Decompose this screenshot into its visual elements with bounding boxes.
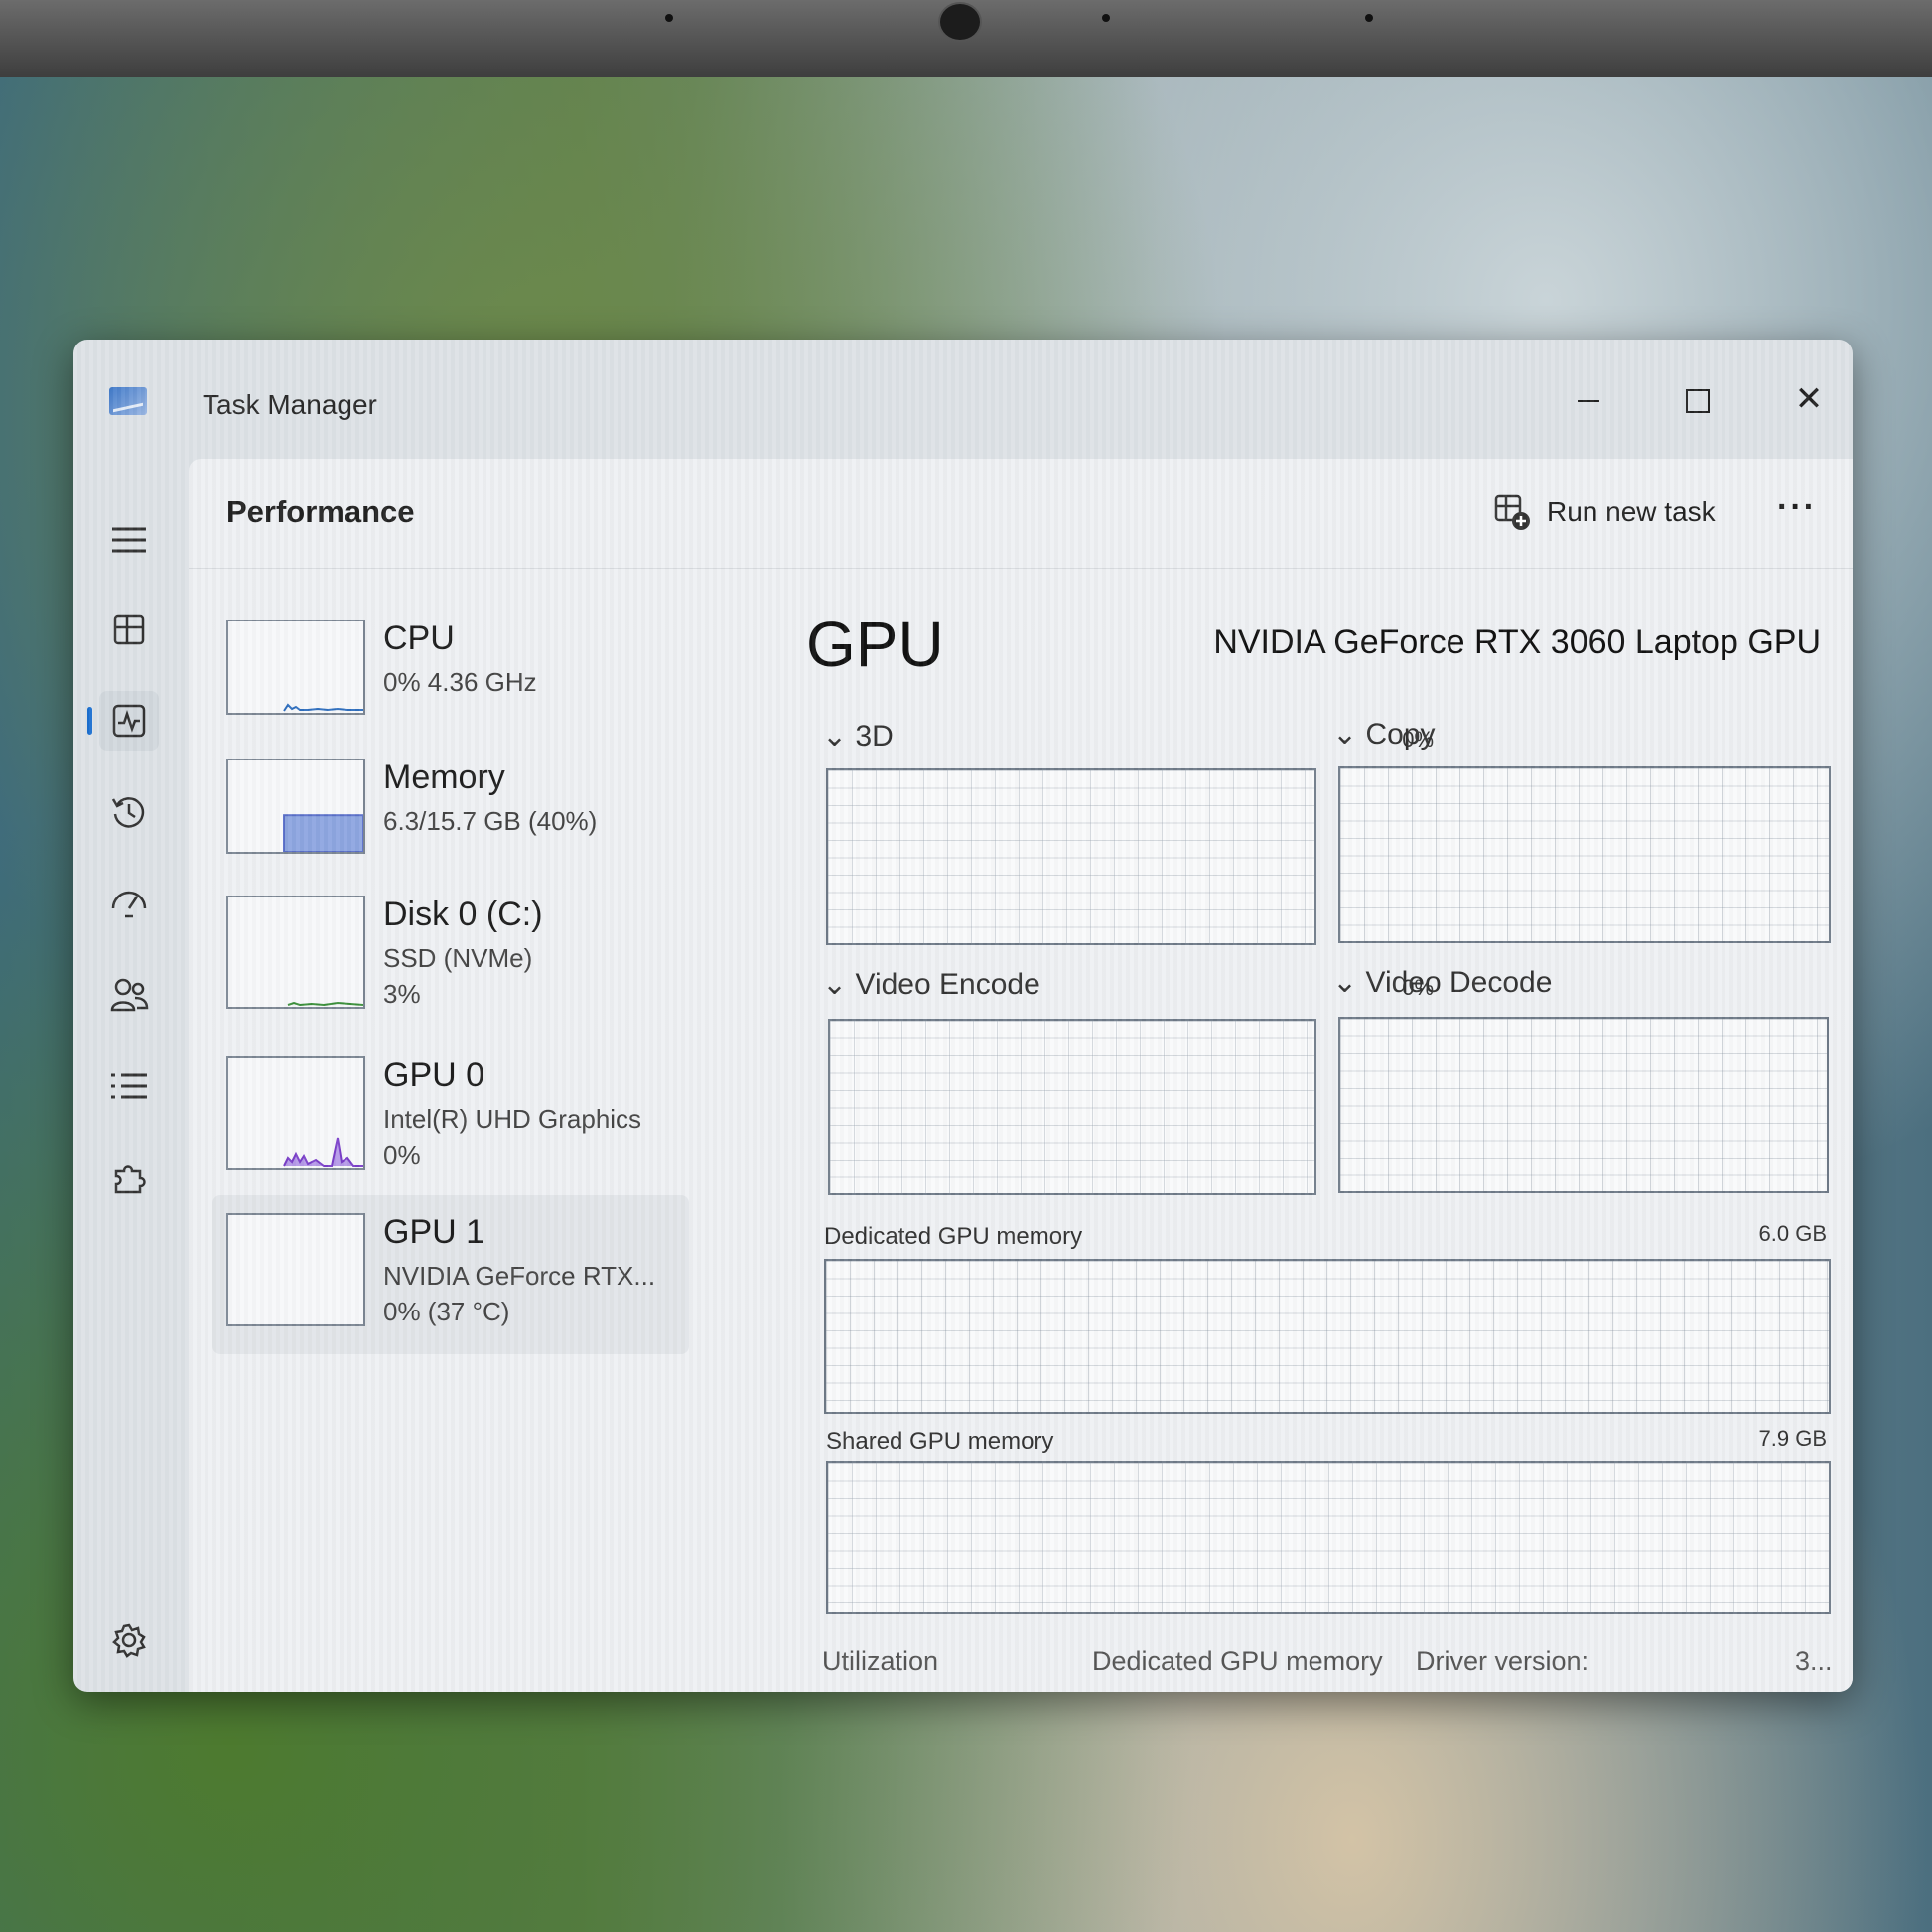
nav-details[interactable] xyxy=(99,1056,159,1116)
nav-processes[interactable] xyxy=(99,600,159,659)
chevron-down-icon: ⌄ xyxy=(822,968,848,1001)
minimize-icon xyxy=(1578,399,1599,403)
resource-memory[interactable]: Memory 6.3/15.7 GB (40%) xyxy=(212,741,689,880)
panel-header: Performance Run new task ··· xyxy=(189,459,1853,569)
resource-gpu-0[interactable]: GPU 0 Intel(R) UHD Graphics 0% xyxy=(212,1038,689,1177)
more-options-button[interactable]: ··· xyxy=(1777,488,1817,527)
dedicated-footer-label: Dedicated GPU memory xyxy=(1092,1646,1383,1676)
nav-performance[interactable] xyxy=(87,691,159,751)
nav-app-history[interactable] xyxy=(99,782,159,842)
disk-thumbnail-graph xyxy=(226,896,365,1009)
engine-copy-selector[interactable]: ⌄ Copy xyxy=(1332,717,1436,752)
bezel-sensor xyxy=(1365,14,1373,22)
shared-memory-label: Shared GPU memory xyxy=(826,1428,1054,1454)
close-button[interactable]: ✕ xyxy=(1769,369,1849,429)
nav-users[interactable] xyxy=(99,965,159,1025)
engine-video-encode-selector[interactable]: ⌄ Video Encode xyxy=(822,967,1040,1002)
nav-settings[interactable] xyxy=(99,1610,159,1670)
cpu-sparkline xyxy=(283,703,363,712)
title-bar[interactable]: Task Manager ✕ xyxy=(73,340,1853,459)
services-puzzle-icon xyxy=(114,1165,146,1194)
bezel-sensor xyxy=(1102,14,1110,22)
engine-video-decode-selector[interactable]: ⌄ Video Decode xyxy=(1332,965,1552,1000)
engine-3d-selector[interactable]: ⌄ 3D xyxy=(822,719,894,754)
gpu0-sparkline xyxy=(283,1137,363,1167)
minimize-button[interactable] xyxy=(1549,369,1628,429)
resource-name: Disk 0 (C:) xyxy=(383,896,543,933)
engine-label: Video Encode xyxy=(855,968,1040,1001)
bezel-sensor xyxy=(665,14,673,22)
gpu-heading: GPU xyxy=(806,609,944,680)
details-list-icon xyxy=(111,1073,147,1099)
resource-cpu[interactable]: CPU 0% 4.36 GHz xyxy=(212,602,689,741)
maximize-button[interactable] xyxy=(1658,369,1737,429)
engine-video-encode-graph xyxy=(828,1019,1316,1195)
chevron-down-icon: ⌄ xyxy=(1332,966,1358,999)
cpu-thumbnail-graph xyxy=(226,620,365,715)
window-title: Task Manager xyxy=(203,389,377,420)
memory-fill-graph xyxy=(283,814,363,852)
resource-name: Memory xyxy=(383,759,505,796)
resource-detail: 0% 4.36 GHz xyxy=(383,667,537,697)
run-new-task-button[interactable]: Run new task xyxy=(1493,483,1716,542)
nav-services[interactable] xyxy=(99,1148,159,1207)
dedicated-memory-label: Dedicated GPU memory xyxy=(824,1223,1083,1250)
shared-memory-max: 7.9 GB xyxy=(1758,1426,1827,1450)
gpu0-thumbnail-graph xyxy=(226,1056,365,1170)
performance-icon xyxy=(112,704,146,738)
task-manager-window: Task Manager ✕ Performance Run new task … xyxy=(73,340,1853,1692)
engine-label: Video Decode xyxy=(1365,966,1553,999)
navigation-rail xyxy=(73,459,189,1692)
webcam xyxy=(938,2,982,42)
resource-name: CPU xyxy=(383,620,455,657)
resource-name: GPU 1 xyxy=(383,1213,485,1251)
resource-detail: NVIDIA GeForce RTX... xyxy=(383,1261,656,1291)
gpu-model-name: NVIDIA GeForce RTX 3060 Laptop GPU xyxy=(1213,623,1821,661)
gpu1-thumbnail-graph xyxy=(226,1213,365,1326)
utilization-label: Utilization xyxy=(822,1646,939,1676)
resource-usage: 3% xyxy=(383,979,421,1009)
disk-sparkline xyxy=(287,1001,363,1007)
dedicated-memory-max: 6.0 GB xyxy=(1758,1221,1827,1246)
resource-detail: SSD (NVMe) xyxy=(383,943,533,973)
engine-video-decode-graph xyxy=(1338,1017,1829,1193)
resource-usage: 0% (37 °C) xyxy=(383,1297,510,1326)
content-panel: Performance Run new task ··· CPU 0% 4.36… xyxy=(189,459,1853,1692)
resource-detail: 6.3/15.7 GB (40%) xyxy=(383,806,598,836)
engine-copy-graph xyxy=(1338,766,1831,943)
maximize-icon xyxy=(1686,389,1710,414)
shared-memory-graph xyxy=(826,1461,1831,1614)
laptop-bezel xyxy=(0,0,1932,77)
hamburger-icon xyxy=(112,527,146,553)
driver-version-value: 3... xyxy=(1795,1646,1833,1676)
resource-usage: 0% xyxy=(383,1140,421,1170)
run-task-icon xyxy=(1494,494,1530,530)
hamburger-menu-button[interactable] xyxy=(99,510,159,570)
engine-3d-graph xyxy=(826,768,1316,945)
run-new-task-label: Run new task xyxy=(1547,496,1716,527)
nav-startup-apps[interactable] xyxy=(99,874,159,933)
resource-disk[interactable]: Disk 0 (C:) SSD (NVMe) 3% xyxy=(212,878,689,1017)
engine-label: 3D xyxy=(855,720,894,753)
active-indicator xyxy=(87,707,92,735)
resource-gpu-1[interactable]: GPU 1 NVIDIA GeForce RTX... 0% (37 °C) xyxy=(212,1195,689,1354)
chevron-down-icon: ⌄ xyxy=(1332,718,1358,751)
chevron-down-icon: ⌄ xyxy=(822,720,848,753)
startup-gauge-icon xyxy=(111,891,147,918)
processes-icon xyxy=(113,614,145,645)
page-title: Performance xyxy=(226,494,415,529)
resource-name: GPU 0 xyxy=(383,1056,485,1094)
task-manager-app-icon xyxy=(109,387,147,415)
memory-thumbnail-graph xyxy=(226,759,365,854)
driver-version-label: Driver version: xyxy=(1416,1646,1589,1676)
settings-gear-icon xyxy=(112,1623,146,1658)
engine-label: Copy xyxy=(1365,718,1436,751)
history-icon xyxy=(111,797,145,828)
dedicated-memory-graph xyxy=(824,1259,1831,1414)
close-icon: ✕ xyxy=(1794,380,1824,418)
users-icon xyxy=(110,978,149,1012)
resource-detail: Intel(R) UHD Graphics xyxy=(383,1104,642,1134)
